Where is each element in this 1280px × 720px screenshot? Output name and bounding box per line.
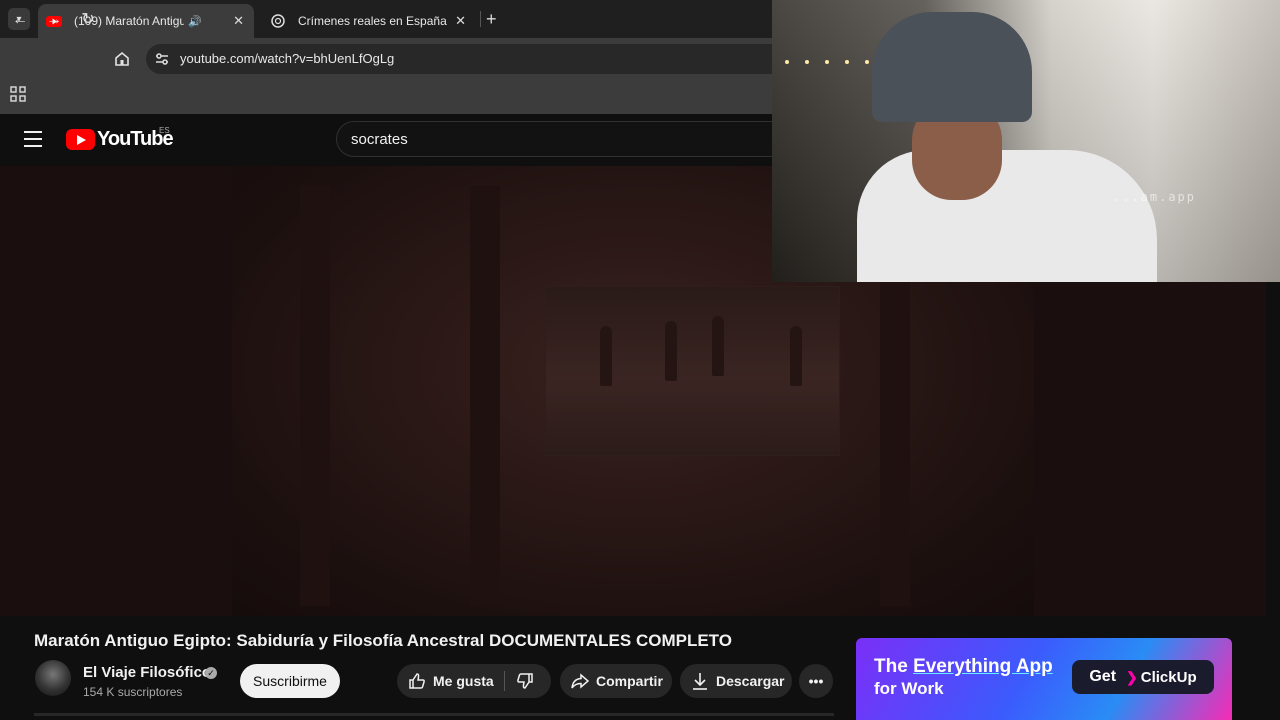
url-text[interactable]: youtube.com/watch?v=bhUenLfOgLg — [180, 51, 394, 66]
thumbs-down-icon[interactable] — [515, 671, 535, 691]
subscriber-count: 154 K suscriptores — [83, 685, 183, 699]
close-tab-icon[interactable]: ✕ — [233, 13, 244, 29]
share-button[interactable]: Compartir — [560, 664, 672, 698]
share-label: Compartir — [596, 673, 663, 689]
ad-cta-label: Get — [1089, 668, 1117, 685]
video-scene-figure — [600, 326, 612, 386]
tab-youtube[interactable]: (109) Maratón Antiguo Egipto 🔊 ✕ — [38, 4, 254, 38]
search-query[interactable]: socrates — [351, 131, 408, 148]
speaker-icon[interactable]: 🔊 — [188, 15, 202, 28]
home-icon[interactable] — [113, 50, 131, 68]
more-actions-button[interactable]: ••• — [799, 664, 833, 698]
ad-headline-highlight: Everything App — [913, 656, 1053, 677]
channel-name[interactable]: El Viaje Filosófico — [83, 664, 211, 681]
video-title: Maratón Antiguo Egipto: Sabiduría y Filo… — [34, 631, 732, 650]
video-scene-figure — [790, 326, 802, 386]
menu-icon[interactable] — [24, 131, 42, 147]
like-divider — [504, 671, 505, 691]
share-icon — [571, 673, 590, 689]
reload-icon[interactable]: ↻ — [78, 10, 98, 30]
subscribe-label: Suscribirme — [253, 673, 327, 689]
subscribe-button[interactable]: Suscribirme — [240, 664, 340, 698]
video-scene-figure — [712, 316, 724, 376]
back-icon[interactable]: ← — [10, 10, 30, 30]
ad-cta-brand: ClickUp — [1140, 668, 1197, 686]
ad-headline-prefix: The — [874, 656, 914, 677]
channel-avatar[interactable] — [35, 660, 71, 696]
new-tab-icon[interactable]: + — [486, 9, 497, 30]
country-code: ES — [159, 126, 170, 135]
download-button[interactable]: Descargar — [680, 664, 792, 698]
verified-icon: ✓ — [205, 667, 217, 679]
tab-crimenes[interactable]: Crímenes reales en España ✕ — [262, 4, 476, 38]
forward-icon[interactable]: → — [44, 10, 64, 30]
download-label: Descargar — [716, 673, 785, 689]
clickup-logo-icon: ❯ — [1126, 668, 1138, 685]
ad-subheadline: for Work — [874, 679, 944, 698]
webcam-watermark: ...am.app — [1112, 190, 1196, 204]
youtube-logo[interactable]: YouTube — [66, 128, 174, 151]
like-label: Me gusta — [433, 673, 494, 689]
tab-separator — [480, 11, 481, 27]
ad-cta-button[interactable]: Get ❯ ClickUp — [1072, 660, 1214, 694]
more-icon: ••• — [808, 673, 824, 689]
download-icon — [693, 673, 707, 690]
tab-title: Crímenes reales en España — [298, 14, 447, 28]
site-info-icon[interactable] — [154, 51, 170, 67]
like-button[interactable]: Me gusta — [397, 664, 551, 698]
chatgpt-favicon-icon — [271, 14, 285, 28]
video-scene-column — [470, 186, 500, 606]
content-divider — [34, 713, 834, 716]
apps-grid-icon[interactable] — [10, 86, 26, 102]
webcam-overlay: ...am.app — [772, 0, 1280, 282]
streamer-shirt — [857, 150, 1157, 282]
ad-headline: The Everything App — [874, 656, 1053, 678]
youtube-play-icon — [66, 129, 95, 150]
video-scene-figure — [665, 321, 677, 381]
close-tab-icon[interactable]: ✕ — [455, 13, 466, 29]
thumbs-up-icon — [409, 673, 425, 689]
streamer-bucket-hat — [872, 12, 1032, 122]
video-scene-column — [300, 186, 330, 606]
